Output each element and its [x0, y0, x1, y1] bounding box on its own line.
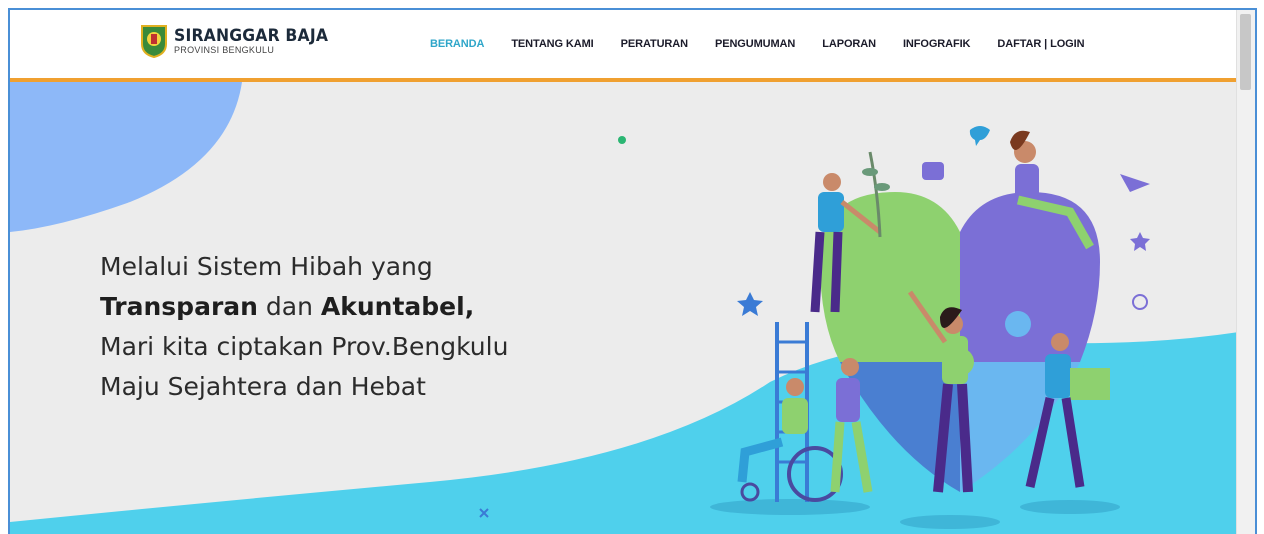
- main-menu: BERANDA TENTANG KAMI PERATURAN PENGUMUMA…: [430, 10, 1111, 78]
- hero-line-2: Transparan dan Akuntabel,: [100, 292, 475, 321]
- scrollbar-thumb[interactable]: [1240, 14, 1251, 90]
- hero-bold-transparan: Transparan: [100, 292, 258, 321]
- nav-item-beranda[interactable]: BERANDA: [430, 38, 484, 50]
- province-emblem-icon: [141, 25, 167, 58]
- hero-illustration: [710, 126, 1150, 529]
- browser-frame: SIRANGGAR BAJA PROVINSI BENGKULU BERANDA…: [8, 8, 1257, 534]
- brand-title: SIRANGGAR BAJA: [174, 25, 329, 46]
- hero-headline: Melalui Sistem Hibah yang Transparan dan…: [100, 247, 508, 407]
- nav-item-laporan[interactable]: LAPORAN: [822, 38, 876, 50]
- nav-item-tentang-kami[interactable]: TENTANG KAMI: [511, 38, 593, 50]
- hero-blob-top-left: [10, 82, 242, 232]
- nav-item-peraturan[interactable]: PERATURAN: [621, 38, 688, 50]
- nav-item-pengumuman[interactable]: PENGUMUMAN: [715, 38, 795, 50]
- hero-banner: Melalui Sistem Hibah yang Transparan dan…: [10, 82, 1239, 534]
- nav-item-daftar-login[interactable]: DAFTAR | LOGIN: [997, 38, 1084, 50]
- hero-line-4: Maju Sejahtera dan Hebat: [100, 372, 426, 401]
- nav-item-infografik[interactable]: INFOGRAFIK: [903, 38, 971, 50]
- hero-line-1: Melalui Sistem Hibah yang: [100, 252, 433, 281]
- navbar: SIRANGGAR BAJA PROVINSI BENGKULU BERANDA…: [10, 10, 1239, 82]
- hero-line-3: Mari kita ciptakan Prov.Bengkulu: [100, 332, 509, 361]
- hero-bold-akuntabel: Akuntabel,: [320, 292, 475, 321]
- brand-subtitle: PROVINSI BENGKULU: [174, 44, 275, 55]
- logo[interactable]: SIRANGGAR BAJA PROVINSI BENGKULU: [140, 24, 342, 58]
- page-scrollbar[interactable]: [1236, 10, 1255, 534]
